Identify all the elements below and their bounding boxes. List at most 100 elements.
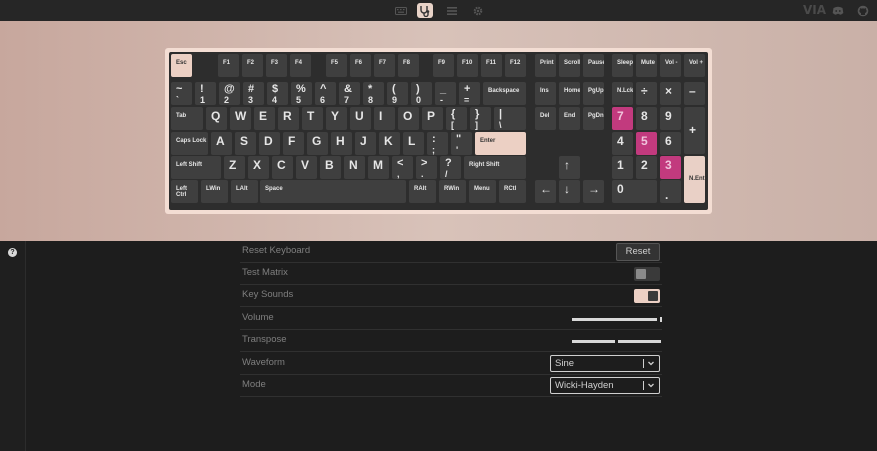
key-enter[interactable]: Enter bbox=[475, 132, 526, 155]
key-p[interactable]: P bbox=[422, 107, 443, 130]
help-icon[interactable]: ? bbox=[8, 248, 17, 257]
key-np-9[interactable]: 9 bbox=[660, 107, 681, 130]
key-np-5[interactable]: 5 bbox=[636, 132, 657, 155]
key-w[interactable]: W bbox=[230, 107, 251, 130]
key-7[interactable]: & 7 bbox=[339, 82, 360, 105]
key-o[interactable]: O bbox=[398, 107, 419, 130]
key-n[interactable]: N bbox=[344, 156, 365, 179]
key-i[interactable]: I bbox=[374, 107, 395, 130]
key-np-4[interactable]: 4 bbox=[612, 132, 633, 155]
key-left-bracket[interactable]: {[ bbox=[446, 107, 467, 130]
key-pause[interactable]: Pause bbox=[583, 54, 604, 77]
reset-button[interactable]: Reset bbox=[616, 243, 660, 261]
key-left-ctrl[interactable]: Left Ctrl bbox=[171, 180, 198, 203]
key-e[interactable]: E bbox=[254, 107, 275, 130]
key-t[interactable]: T bbox=[302, 107, 323, 130]
key-l[interactable]: L bbox=[403, 132, 424, 155]
key-f8[interactable]: F8 bbox=[398, 54, 419, 77]
key-period[interactable]: >. bbox=[416, 156, 437, 179]
key-np-3[interactable]: 3 bbox=[660, 156, 681, 179]
key-pgdn[interactable]: PgDn bbox=[583, 107, 604, 130]
key-backspace[interactable]: Backspace bbox=[483, 82, 526, 105]
key-slash[interactable]: ? / bbox=[440, 156, 461, 179]
key-f5[interactable]: F5 bbox=[326, 54, 347, 77]
key-3[interactable]: #3 bbox=[243, 82, 264, 105]
key-z[interactable]: Z bbox=[224, 156, 245, 179]
key-comma[interactable]: <, bbox=[392, 156, 413, 179]
key-f1[interactable]: F1 bbox=[218, 54, 239, 77]
key-9[interactable]: (9 bbox=[387, 82, 408, 105]
key-np-6[interactable]: 6 bbox=[660, 132, 681, 155]
key-m[interactable]: M bbox=[368, 156, 389, 179]
waveform-select[interactable]: Sine bbox=[550, 355, 660, 372]
key-semicolon[interactable]: :; bbox=[427, 132, 448, 155]
key-s[interactable]: S bbox=[235, 132, 256, 155]
key-j[interactable]: J bbox=[355, 132, 376, 155]
key-4[interactable]: $4 bbox=[267, 82, 288, 105]
key-equals[interactable]: + = bbox=[459, 82, 480, 105]
key-lalt[interactable]: LAlt bbox=[231, 180, 258, 203]
key-rwin[interactable]: RWin bbox=[439, 180, 466, 203]
github-icon[interactable] bbox=[855, 3, 871, 18]
key-np-0[interactable]: 0 bbox=[612, 180, 657, 203]
key-minus[interactable]: _ - bbox=[435, 82, 456, 105]
key-right-shift[interactable]: Right Shift bbox=[464, 156, 526, 179]
volume-slider-thumb[interactable] bbox=[660, 317, 662, 322]
key-arrow-down[interactable]: ↓ bbox=[559, 180, 580, 203]
key-g[interactable]: G bbox=[307, 132, 328, 155]
keyboard-icon[interactable] bbox=[393, 3, 409, 18]
key-space[interactable]: Space bbox=[260, 180, 406, 203]
key-caps-lock[interactable]: Caps Lock bbox=[171, 132, 208, 155]
key-f3[interactable]: F3 bbox=[266, 54, 287, 77]
key-np-7[interactable]: 7 bbox=[612, 107, 633, 130]
key-u[interactable]: U bbox=[350, 107, 371, 130]
discord-icon[interactable] bbox=[830, 3, 846, 18]
key-np-8[interactable]: 8 bbox=[636, 107, 657, 130]
key-mute[interactable]: Mute bbox=[636, 54, 657, 77]
key-vol-up[interactable]: Vol + bbox=[684, 54, 705, 77]
key-scroll[interactable]: Scroll bbox=[559, 54, 580, 77]
key-arrow-up[interactable]: ↑ bbox=[559, 156, 580, 179]
key-np-dot[interactable]: . bbox=[660, 180, 681, 203]
key-menu[interactable]: Menu bbox=[469, 180, 496, 203]
key-f2[interactable]: F2 bbox=[242, 54, 263, 77]
key-backslash[interactable]: | \ bbox=[494, 107, 526, 130]
sliders-icon[interactable] bbox=[444, 3, 460, 18]
key-2[interactable]: @2 bbox=[219, 82, 240, 105]
key-a[interactable]: A bbox=[211, 132, 232, 155]
key-q[interactable]: Q bbox=[206, 107, 227, 130]
key-np-plus[interactable]: + bbox=[684, 107, 705, 154]
transpose-slider-left[interactable] bbox=[572, 340, 615, 343]
key-r[interactable]: R bbox=[278, 107, 299, 130]
key-f[interactable]: F bbox=[283, 132, 304, 155]
key-home[interactable]: Home bbox=[559, 82, 580, 105]
key-del[interactable]: Del bbox=[535, 107, 556, 130]
key-esc[interactable]: Esc bbox=[171, 54, 192, 77]
key-x[interactable]: X bbox=[248, 156, 269, 179]
key-1[interactable]: ! 1 bbox=[195, 82, 216, 105]
key-left-shift[interactable]: Left Shift bbox=[171, 156, 221, 179]
key-quote[interactable]: " ' bbox=[451, 132, 472, 155]
key-f4[interactable]: F4 bbox=[290, 54, 311, 77]
key-f10[interactable]: F10 bbox=[457, 54, 478, 77]
key-v[interactable]: V bbox=[296, 156, 317, 179]
key-k[interactable]: K bbox=[379, 132, 400, 155]
key-end[interactable]: End bbox=[559, 107, 580, 130]
key-np-2[interactable]: 2 bbox=[636, 156, 657, 179]
key-d[interactable]: D bbox=[259, 132, 280, 155]
key-ralt[interactable]: RAlt bbox=[409, 180, 436, 203]
key-tab[interactable]: Tab bbox=[171, 107, 203, 130]
key-h[interactable]: H bbox=[331, 132, 352, 155]
key-rctl[interactable]: RCtl bbox=[499, 180, 526, 203]
key-tilde[interactable]: ~ ` bbox=[171, 82, 192, 105]
key-pgup[interactable]: PgUp bbox=[583, 82, 604, 105]
key-f9[interactable]: F9 bbox=[433, 54, 454, 77]
key-y[interactable]: Y bbox=[326, 107, 347, 130]
test-matrix-toggle[interactable] bbox=[634, 267, 660, 281]
key-c[interactable]: C bbox=[272, 156, 293, 179]
key-0[interactable]: ) 0 bbox=[411, 82, 432, 105]
gear-icon[interactable] bbox=[470, 3, 486, 18]
key-print[interactable]: Print bbox=[535, 54, 556, 77]
key-np-multiply[interactable]: × bbox=[660, 82, 681, 105]
key-vol-down[interactable]: Vol - bbox=[660, 54, 681, 77]
